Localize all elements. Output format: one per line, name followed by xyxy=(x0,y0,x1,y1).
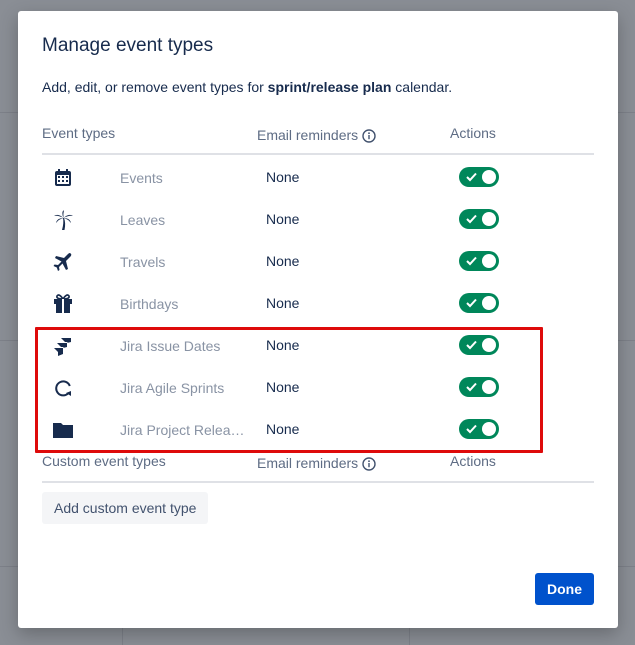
description-calendar-name: sprint/release plan xyxy=(267,79,392,95)
calendar-icon xyxy=(52,167,74,189)
event-type-toggle[interactable] xyxy=(459,209,499,229)
event-type-name: Jira Project Releases xyxy=(120,422,246,438)
email-reminders-label: Email reminders xyxy=(257,127,359,143)
event-type-row-birthdays: Birthdays None xyxy=(42,283,594,325)
email-reminder-value: None xyxy=(266,169,300,185)
event-type-toggle[interactable] xyxy=(459,419,499,439)
backdrop-line xyxy=(122,628,123,645)
airplane-icon xyxy=(52,251,74,273)
add-custom-event-type-button[interactable]: Add custom event type xyxy=(42,492,209,524)
email-reminder-value: None xyxy=(266,421,300,437)
manage-event-types-dialog: Manage event types Add, edit, or remove … xyxy=(18,11,618,628)
event-type-row-events: Events None xyxy=(42,157,594,199)
sprint-cycle-icon xyxy=(52,377,74,399)
email-reminder-value: None xyxy=(266,211,300,227)
event-type-toggle[interactable] xyxy=(459,293,499,313)
dialog-description: Add, edit, or remove event types for spr… xyxy=(42,79,452,95)
column-header-email-reminders: Email reminders xyxy=(257,127,376,146)
description-prefix: Add, edit, or remove event types for xyxy=(42,79,268,95)
toggle-knob xyxy=(482,254,496,268)
info-icon[interactable] xyxy=(362,129,376,146)
email-reminder-value: None xyxy=(266,253,300,269)
toggle-knob xyxy=(482,422,496,436)
event-type-name: Jira Agile Sprints xyxy=(120,380,225,396)
event-type-name: Jira Issue Dates xyxy=(120,338,221,354)
description-suffix: calendar. xyxy=(391,79,453,95)
email-reminders-label: Email reminders xyxy=(257,455,359,471)
event-type-toggle[interactable] xyxy=(459,251,499,271)
toggle-knob xyxy=(482,212,496,226)
backdrop-line xyxy=(0,566,18,567)
event-type-toggle[interactable] xyxy=(459,377,499,397)
column-header-actions-custom: Actions xyxy=(450,453,496,469)
toggle-knob xyxy=(482,338,496,352)
column-header-actions: Actions xyxy=(450,125,496,141)
backdrop-line xyxy=(0,340,18,341)
dialog-title: Manage event types xyxy=(42,35,214,56)
backdrop-line xyxy=(0,112,18,113)
info-icon[interactable] xyxy=(362,457,376,474)
backdrop-line xyxy=(618,340,635,341)
event-type-name: Travels xyxy=(120,254,166,270)
email-reminder-value: None xyxy=(266,337,300,353)
toggle-knob xyxy=(482,296,496,310)
event-type-name: Leaves xyxy=(120,212,166,228)
email-reminder-value: None xyxy=(266,295,300,311)
event-type-row-travels: Travels None xyxy=(42,241,594,283)
backdrop-line xyxy=(409,628,410,645)
header-divider xyxy=(42,153,594,155)
event-type-row-jira-agile-sprints: Jira Agile Sprints None xyxy=(42,367,594,409)
done-button[interactable]: Done xyxy=(535,573,594,605)
palm-tree-icon xyxy=(52,209,74,231)
backdrop-line xyxy=(618,566,635,567)
column-header-event-types: Event types xyxy=(42,125,116,141)
backdrop-line xyxy=(618,112,635,113)
toggle-knob xyxy=(482,380,496,394)
event-type-toggle[interactable] xyxy=(459,167,499,187)
email-reminder-value: None xyxy=(266,379,300,395)
folder-icon xyxy=(52,419,74,441)
custom-header-divider xyxy=(42,481,594,483)
event-type-row-leaves: Leaves None xyxy=(42,199,594,241)
jira-icon xyxy=(52,335,74,357)
toggle-knob xyxy=(482,170,496,184)
event-type-name: Events xyxy=(120,170,163,186)
gift-icon xyxy=(52,293,74,315)
column-header-custom-event-types: Custom event types xyxy=(42,453,166,469)
event-type-name: Birthdays xyxy=(120,296,179,312)
event-type-row-jira-issue-dates: Jira Issue Dates None xyxy=(42,325,594,367)
event-type-toggle[interactable] xyxy=(459,335,499,355)
column-header-email-reminders-custom: Email reminders xyxy=(257,455,376,474)
event-type-row-jira-project-releases: Jira Project Releases None xyxy=(42,409,594,451)
